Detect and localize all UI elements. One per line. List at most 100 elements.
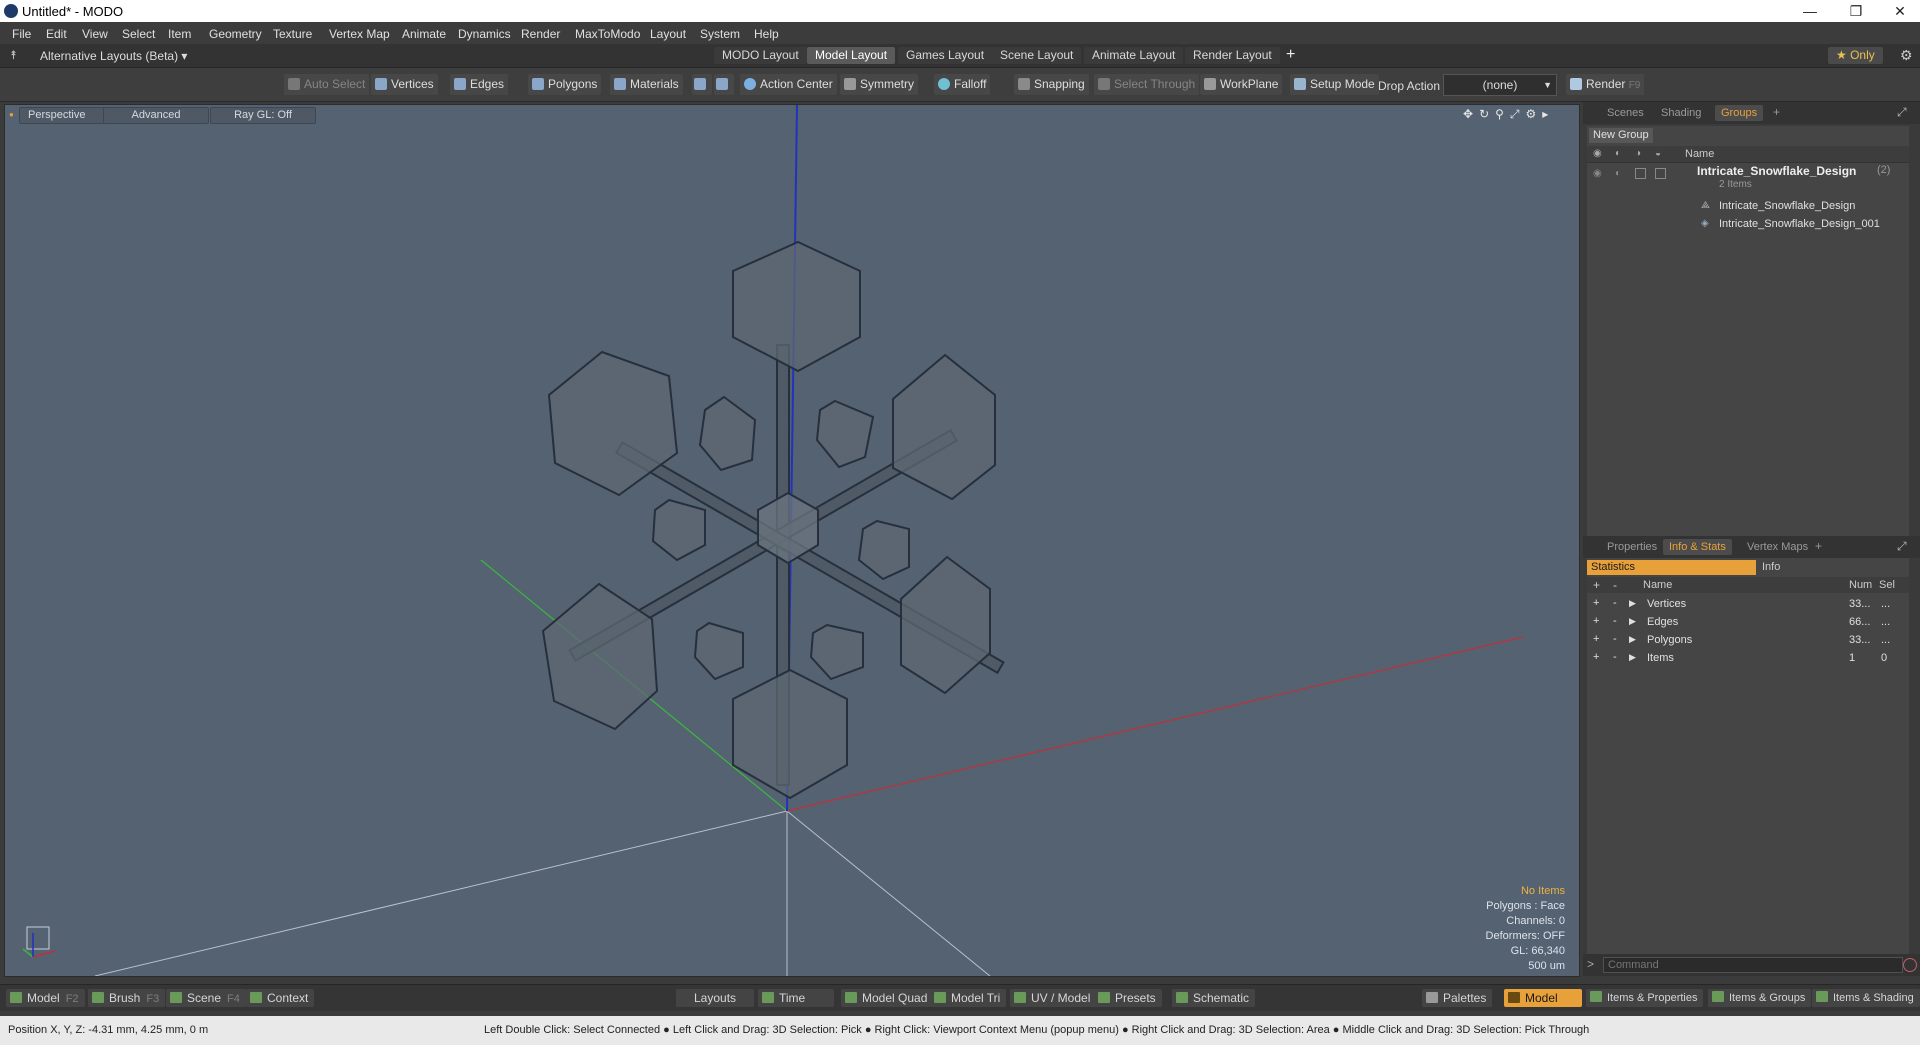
new-group-button[interactable]: New Group	[1589, 128, 1653, 143]
scene-tab-button[interactable]: Scene F4	[166, 989, 246, 1007]
render-checkbox[interactable]	[1635, 168, 1646, 179]
schematic-button[interactable]: Schematic	[1172, 989, 1256, 1007]
eye-icon[interactable]: ◉	[1593, 148, 1602, 159]
table-row[interactable]: + - ▶ Edges 66... ...	[1587, 614, 1909, 632]
uv-model-button[interactable]: UV / Model	[1010, 989, 1097, 1007]
remove-icon[interactable]: -	[1613, 615, 1617, 627]
tab-animate-layout[interactable]: Animate Layout	[1084, 47, 1184, 64]
table-row[interactable]: + - ▶ Polygons 33... ...	[1587, 632, 1909, 650]
select-through-button[interactable]: Select Through	[1094, 74, 1200, 95]
menu-view[interactable]: View	[82, 27, 108, 41]
select-toggle-icon[interactable]: ◒	[1655, 148, 1661, 159]
expand-arrow-icon[interactable]: ▶	[1629, 652, 1636, 663]
expand-icon[interactable]: ⤢	[1897, 105, 1907, 120]
statistics-tab[interactable]: Statistics	[1587, 560, 1756, 575]
expand-arrow-icon[interactable]: ▶	[1629, 634, 1636, 645]
tab-scene-layout[interactable]: Scene Layout	[992, 47, 1082, 64]
menu-animate[interactable]: Animate	[402, 27, 446, 41]
palettes-button[interactable]: Palettes	[1422, 989, 1493, 1007]
tab-shading[interactable]: Shading	[1655, 105, 1707, 121]
tab-scenes[interactable]: Scenes	[1601, 105, 1650, 121]
materials-button[interactable]: Materials	[610, 74, 683, 95]
menu-dynamics[interactable]: Dynamics	[458, 27, 511, 41]
add-icon[interactable]: +	[1593, 651, 1599, 663]
add-icon[interactable]: +	[1593, 615, 1599, 627]
tab-model-layout[interactable]: Model Layout	[807, 47, 896, 64]
list-item[interactable]: ◈ Intricate_Snowflake_Design_001	[1587, 216, 1909, 234]
collapse-all-icon[interactable]: -	[1613, 578, 1617, 592]
toggle-b-button[interactable]	[714, 74, 734, 95]
tab-modo-layout[interactable]: MODO Layout	[714, 47, 807, 64]
auto-select-button[interactable]: Auto Select	[284, 74, 370, 95]
menu-maxtomodo[interactable]: MaxToModo	[575, 27, 640, 41]
tab-groups[interactable]: Groups	[1715, 105, 1764, 121]
expand-arrow-icon[interactable]: ▶	[1629, 616, 1636, 627]
lock-icon[interactable]: ◐	[1615, 148, 1621, 159]
menu-vertex-map[interactable]: Vertex Map	[329, 27, 390, 41]
eye-icon[interactable]: ◉	[1593, 168, 1602, 179]
items-groups-button[interactable]: Items & Groups	[1708, 989, 1812, 1007]
list-item[interactable]: ⟁ Intricate_Snowflake_Design	[1587, 198, 1909, 216]
model-mode-button[interactable]: Model	[1504, 989, 1582, 1007]
tab-info-stats[interactable]: Info & Stats	[1663, 539, 1732, 555]
record-icon[interactable]	[1903, 958, 1917, 972]
toggle-a-button[interactable]	[692, 74, 712, 95]
tab-vertex-maps[interactable]: Vertex Maps	[1741, 539, 1814, 555]
symmetry-button[interactable]: Symmetry	[840, 74, 918, 95]
menu-system[interactable]: System	[700, 27, 740, 41]
menu-layout[interactable]: Layout	[650, 27, 686, 41]
action-center-button[interactable]: Action Center	[740, 74, 837, 95]
menu-select[interactable]: Select	[122, 27, 155, 41]
render-button[interactable]: Render F9	[1566, 74, 1645, 95]
alternative-layouts-dropdown[interactable]: Alternative Layouts (Beta) ▾	[40, 49, 187, 63]
tab-render-layout[interactable]: Render Layout	[1185, 47, 1280, 64]
3d-viewport[interactable]: ● Perspective Advanced Ray GL: Off ✥↻⚲⤢⚙…	[4, 104, 1580, 977]
close-button[interactable]: ✕	[1878, 0, 1920, 22]
menu-geometry[interactable]: Geometry	[209, 27, 262, 41]
menu-item[interactable]: Item	[168, 27, 191, 41]
add-icon[interactable]: +	[1593, 633, 1599, 645]
items-properties-button[interactable]: Items & Properties	[1586, 989, 1704, 1007]
brush-tab-button[interactable]: Brush F3	[88, 989, 166, 1007]
remove-icon[interactable]: -	[1613, 597, 1617, 609]
tab-properties[interactable]: Properties	[1601, 539, 1663, 555]
gear-icon[interactable]: ⚙	[1900, 47, 1913, 64]
setup-mode-button[interactable]: Setup Mode	[1290, 74, 1379, 95]
layouts-button[interactable]: Layouts	[676, 989, 755, 1007]
add-tab-icon[interactable]: +	[1773, 105, 1780, 119]
select-checkbox[interactable]	[1655, 168, 1666, 179]
add-layout-icon[interactable]: +	[1286, 46, 1295, 64]
menu-render[interactable]: Render	[521, 27, 560, 41]
add-tab-icon[interactable]: +	[1815, 539, 1822, 553]
restore-button[interactable]: ❐	[1834, 0, 1878, 22]
layout-collapse-icon[interactable]: ⯭	[10, 48, 17, 63]
tab-games-layout[interactable]: Games Layout	[898, 47, 993, 64]
remove-icon[interactable]: -	[1613, 633, 1617, 645]
time-button[interactable]: Time	[758, 989, 834, 1007]
render-toggle-icon[interactable]: ◑	[1635, 148, 1641, 159]
table-row[interactable]: + - ▶ Items 1 0	[1587, 650, 1909, 668]
group-row[interactable]: ◉ ◐ Intricate_Snowflake_Design (2) 2 Ite…	[1587, 164, 1909, 196]
only-toggle[interactable]: ★ Only	[1828, 47, 1883, 64]
menu-edit[interactable]: Edit	[46, 27, 67, 41]
workplane-button[interactable]: WorkPlane	[1200, 74, 1283, 95]
model-tri-button[interactable]: Model Tri	[930, 989, 1007, 1007]
context-tab-button[interactable]: Context	[246, 989, 315, 1007]
drop-action-select[interactable]: (none) ▼	[1443, 74, 1557, 96]
info-tab[interactable]: Info	[1762, 560, 1780, 575]
model-tab-button[interactable]: Model F2	[6, 989, 85, 1007]
snapping-button[interactable]: Snapping	[1014, 74, 1089, 95]
expand-all-icon[interactable]: +	[1593, 578, 1600, 592]
items-shading-button[interactable]: Items & Shading	[1812, 989, 1920, 1007]
add-icon[interactable]: +	[1593, 597, 1599, 609]
minimize-button[interactable]: —	[1788, 0, 1832, 22]
command-input[interactable]	[1603, 957, 1903, 973]
menu-help[interactable]: Help	[754, 27, 779, 41]
expand-arrow-icon[interactable]: ▶	[1629, 598, 1636, 609]
polygons-button[interactable]: Polygons	[528, 74, 602, 95]
presets-button[interactable]: Presets	[1094, 989, 1162, 1007]
expand-icon[interactable]: ⤢	[1897, 539, 1907, 554]
table-row[interactable]: + - ▶ Vertices 33... ...	[1587, 596, 1909, 614]
falloff-button[interactable]: Falloff	[934, 74, 991, 95]
vertices-button[interactable]: Vertices	[371, 74, 438, 95]
